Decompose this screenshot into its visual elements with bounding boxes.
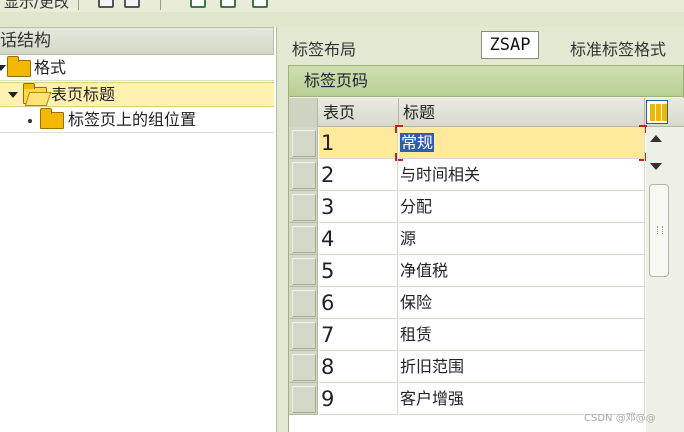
cell-title[interactable]: 常规 [399, 127, 645, 159]
dialog-structure-tree: 话结构 格式 表页标题 标签页上的组位置 [0, 27, 277, 432]
scroll-down-icon[interactable] [650, 163, 662, 170]
document-icon[interactable] [98, 0, 114, 8]
tab-pages-table: 表页 标题 1 常规 2 与时间相关 3 分配 4 源 5 净值税 6 保险 7… [289, 98, 684, 432]
cell-title[interactable]: 租赁 [399, 319, 645, 351]
tree-item-tab-title[interactable]: 表页标题 [0, 82, 274, 107]
watermark: CSDN @邓@@ [584, 413, 656, 424]
expand-arrow-icon[interactable] [0, 65, 6, 71]
copy-icon[interactable] [252, 0, 268, 8]
select-all-cell[interactable] [289, 98, 318, 127]
tree-item-label: 格式 [34, 58, 67, 77]
folder-icon [40, 108, 64, 129]
cell-title[interactable]: 分配 [399, 191, 645, 223]
cell-page[interactable]: 3 [319, 191, 398, 223]
row-selector[interactable] [289, 383, 318, 415]
cell-page[interactable]: 1 [319, 127, 398, 159]
tree-item-label: 标签页上的组位置 [68, 110, 197, 129]
toolbar: 显示/更改 [0, 0, 684, 12]
vertical-scrollbar[interactable] [646, 127, 684, 432]
cell-title[interactable]: 源 [399, 223, 645, 255]
row-selector[interactable] [289, 223, 318, 255]
toolbar-truncated-text: 显示/更改 [4, 0, 70, 11]
edit-icon[interactable] [220, 0, 236, 8]
toolbar-separator [160, 0, 161, 10]
toolbar-separator [78, 0, 79, 10]
table-header: 表页 标题 [289, 98, 684, 127]
cell-page[interactable]: 6 [319, 287, 398, 319]
row-selector[interactable] [289, 255, 318, 287]
row-selector[interactable] [289, 191, 318, 223]
tab-pages-panel: 标签页码 表页 标题 1 常规 2 与时间相关 3 分配 4 源 5 净值税 6… [288, 65, 684, 432]
expand-arrow-icon[interactable] [8, 92, 18, 98]
table-row[interactable]: 2 与时间相关 [289, 159, 645, 191]
row-selector[interactable] [289, 287, 318, 319]
cell-page[interactable]: 4 [319, 223, 398, 255]
leaf-bullet-icon [28, 119, 32, 123]
tree-item-group-position[interactable]: 标签页上的组位置 [0, 108, 274, 133]
tab-layout-label: 标签布局 [292, 40, 357, 59]
document-gear-icon[interactable] [124, 0, 140, 8]
panel-title: 标签页码 [289, 66, 683, 97]
tab-layout-field[interactable]: ZSAP [481, 31, 539, 59]
row-selector[interactable] [289, 127, 318, 159]
scroll-up-icon[interactable] [650, 135, 662, 142]
column-header-page[interactable]: 表页 [319, 98, 399, 127]
cell-page[interactable]: 5 [319, 255, 398, 287]
table-row[interactable]: 8 折旧范围 [289, 351, 645, 383]
table-row[interactable]: 4 源 [289, 223, 645, 255]
row-selector[interactable] [289, 319, 318, 351]
create-icon[interactable] [190, 0, 206, 8]
tree-header: 话结构 [0, 27, 274, 55]
cell-page[interactable]: 7 [319, 319, 398, 351]
focus-corner [395, 125, 403, 133]
cell-title[interactable]: 与时间相关 [399, 159, 645, 191]
cell-title[interactable]: 净值税 [399, 255, 645, 287]
scroll-thumb[interactable] [649, 184, 669, 277]
tab-layout-description: 标准标签格式 [570, 40, 667, 59]
row-selector[interactable] [289, 159, 318, 191]
table-row[interactable]: 3 分配 [289, 191, 645, 223]
open-folder-icon [23, 83, 47, 104]
cell-page[interactable]: 2 [319, 159, 398, 191]
row-selector[interactable] [289, 351, 318, 383]
detail-area: 标签布局 ZSAP 标准标签格式 标签页码 表页 标题 1 常规 2 与时间相关… [278, 27, 684, 432]
column-config-icon[interactable] [646, 100, 668, 124]
table-row[interactable]: 5 净值税 [289, 255, 645, 287]
tree-item-label: 表页标题 [51, 85, 116, 104]
table-row[interactable]: 1 常规 [289, 125, 647, 161]
table-row[interactable]: 6 保险 [289, 287, 645, 319]
cell-page[interactable]: 8 [319, 351, 398, 383]
table-row[interactable]: 7 租赁 [289, 319, 645, 351]
cell-title[interactable]: 折旧范围 [399, 351, 645, 383]
cell-title[interactable]: 保险 [399, 287, 645, 319]
folder-icon [7, 56, 31, 77]
column-header-title[interactable]: 标题 [399, 98, 645, 127]
cell-title-text: 常规 [400, 133, 435, 152]
tree-item-format[interactable]: 格式 [0, 56, 274, 81]
cell-page[interactable]: 9 [319, 383, 398, 415]
